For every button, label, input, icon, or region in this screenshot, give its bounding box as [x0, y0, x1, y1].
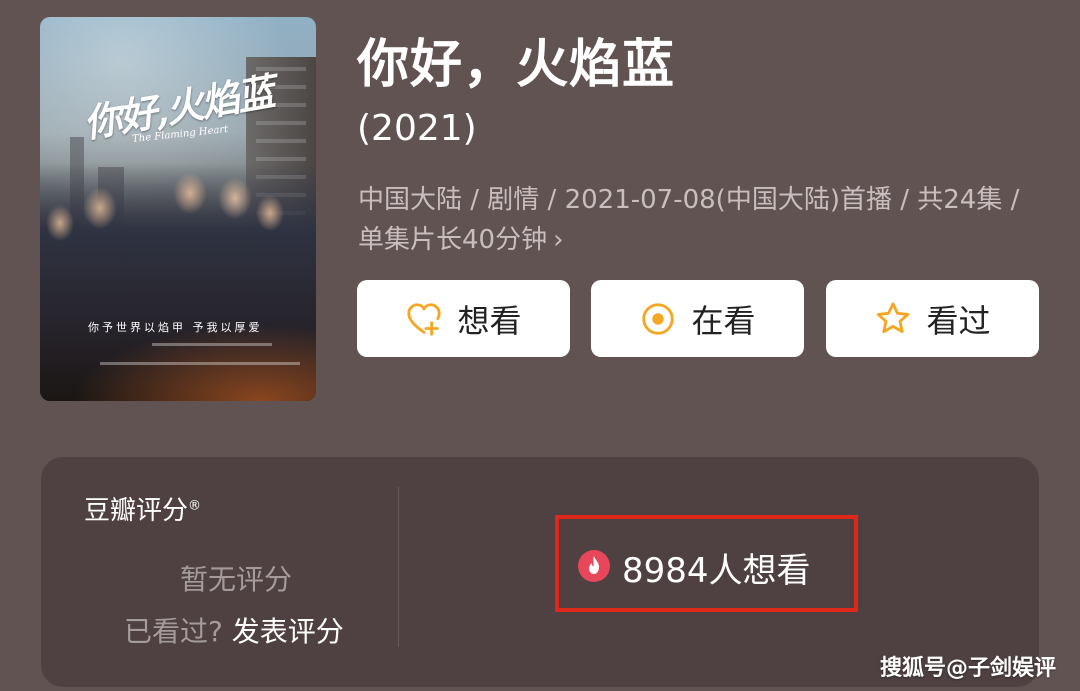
show-year: (2021) — [357, 108, 477, 149]
show-meta-text: 中国大陆 / 剧情 / 2021-07-08(中国大陆)首播 / 共24集 / … — [358, 185, 1020, 255]
registered-mark: ® — [188, 498, 202, 514]
watched-button[interactable]: 看过 — [826, 280, 1039, 357]
want-count: 8984人想看 — [622, 551, 811, 591]
watching-button[interactable]: 在看 — [591, 280, 804, 357]
no-score-text: 暂无评分 — [180, 563, 293, 596]
watching-circle-icon — [642, 302, 675, 335]
seen-line: 已看过? 发表评分 — [124, 610, 344, 650]
poster-credits-line — [100, 362, 300, 365]
star-icon — [877, 301, 910, 333]
poster-slogan: 你予世界以焰甲 予我以厚爱 — [88, 321, 263, 334]
watermark: 搜狐号@子剑娱评 — [880, 656, 1057, 681]
want-to-watch-label: 想看 — [457, 301, 522, 340]
show-title: 你好，火焰蓝 — [357, 35, 676, 95]
watched-label: 看过 — [926, 301, 991, 340]
rating-title: 豆瓣评分® — [84, 490, 201, 527]
rating-title-text: 豆瓣评分 — [84, 496, 189, 526]
watching-label: 在看 — [691, 301, 756, 340]
post-rating-link[interactable]: 发表评分 — [232, 615, 344, 648]
poster-image[interactable]: 你好,火焰蓝 The Flaming Heart 你予世界以焰甲 予我以厚爱 — [40, 17, 316, 401]
seen-prefix: 已看过? — [124, 615, 223, 648]
heart-plus-icon — [407, 302, 442, 336]
hot-flame-icon — [578, 550, 610, 582]
show-meta[interactable]: 中国大陆 / 剧情 / 2021-07-08(中国大陆)首播 / 共24集 / … — [358, 180, 1048, 260]
card-divider — [398, 487, 399, 647]
chevron-right-icon: › — [553, 225, 564, 255]
poster-credits-line — [152, 343, 272, 346]
want-to-watch-button[interactable]: 想看 — [357, 280, 570, 357]
